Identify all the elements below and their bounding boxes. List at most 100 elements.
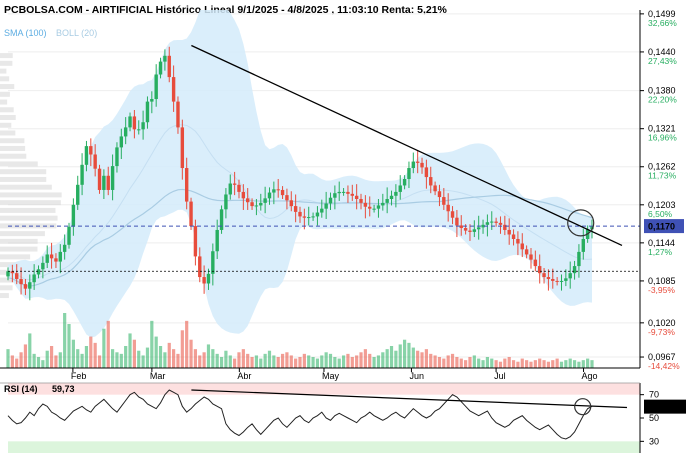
volume-bar [411, 347, 415, 368]
candle-body [145, 101, 150, 123]
volume-bar [237, 352, 241, 368]
volume-bar [49, 346, 54, 368]
candle-body [429, 177, 433, 186]
volume-bar [437, 357, 442, 368]
candle-body [36, 269, 41, 275]
sma-legend: SMA (100) [4, 28, 47, 38]
volume-bar [307, 355, 311, 368]
candle-body [298, 211, 302, 217]
volume-bar [555, 358, 559, 368]
volume-bar [481, 360, 485, 368]
volume-bar [259, 358, 263, 368]
volume-bar [106, 320, 110, 368]
volume-bar [141, 355, 145, 368]
candle-body [250, 202, 254, 207]
pct-tick-label: 11,73% [648, 171, 677, 181]
candle-body [407, 168, 411, 180]
candle-body [41, 262, 45, 270]
volume-bar [119, 353, 123, 368]
candle-body [254, 205, 259, 207]
volume-bar [346, 353, 350, 368]
candle-body [498, 222, 503, 225]
candle-body [206, 273, 211, 284]
volume-bar [516, 361, 520, 368]
volume-bar [520, 358, 524, 368]
candle-body [337, 191, 341, 194]
current-price-label: 0,1170 [648, 222, 675, 232]
candle-body [167, 55, 171, 78]
volume-bar [324, 352, 328, 368]
candle-body [45, 254, 49, 263]
candle-body [137, 129, 141, 131]
candle-body [494, 221, 498, 223]
candle-body [110, 166, 115, 190]
candle-body [32, 274, 36, 283]
volume-bar [581, 360, 585, 368]
volume-bar [263, 353, 267, 368]
volume-bar [128, 333, 132, 368]
volume-bar [376, 355, 381, 368]
chart-canvas: PCBOLSA.COM - AIRTIFICIAL Histórico Line… [0, 4, 686, 453]
rsi-value: 59,73 [52, 384, 75, 394]
volume-bar [394, 350, 398, 368]
volume-bar [490, 358, 494, 368]
candle-body [394, 191, 398, 196]
volume-bar [45, 350, 49, 368]
volume-bar [498, 361, 503, 368]
candle-body [485, 222, 490, 225]
volume-bar [41, 360, 45, 368]
volume-bar [272, 355, 276, 368]
boll-legend: BOLL (20) [56, 28, 97, 38]
volume-bar [93, 342, 97, 368]
candle-body [529, 254, 533, 260]
volume-bar [132, 339, 136, 368]
candle-body [267, 192, 272, 199]
candle-body [520, 243, 524, 250]
volume-bar [429, 353, 433, 368]
pct-tick-label: -14,42% [648, 361, 680, 371]
candle-body [415, 161, 420, 163]
volume-bar [71, 339, 75, 368]
candle-body [372, 208, 376, 210]
candle-body [307, 217, 311, 219]
rsi-line [7, 389, 593, 440]
candle-body [542, 273, 546, 278]
candle-body [289, 200, 293, 207]
candle-body [6, 271, 10, 277]
volume-bar [485, 357, 490, 368]
candle-body [402, 179, 407, 186]
candle-body [232, 183, 237, 185]
candle-body [259, 202, 263, 206]
pct-tick-label: -3,95% [648, 285, 675, 295]
volume-bar [311, 357, 315, 368]
volume-bar [198, 355, 202, 368]
candle-body [411, 161, 416, 169]
candle-body [62, 244, 67, 252]
volume-bar [542, 360, 546, 368]
candle-body [228, 183, 232, 195]
volume-bar [97, 355, 102, 368]
volume-bar [176, 353, 180, 368]
candle-body [171, 77, 176, 102]
volume-bar [572, 360, 577, 368]
rsi-oversold-band [8, 441, 640, 453]
volume-bar [302, 353, 306, 368]
volume-bar [320, 355, 324, 368]
volume-bar [568, 358, 572, 368]
volume-bar [420, 352, 424, 368]
volume-bar [80, 353, 84, 368]
pct-tick-label: -9,73% [648, 327, 675, 337]
candle-body [158, 61, 163, 75]
volume-bar [276, 357, 280, 368]
volume-bar [533, 360, 537, 368]
volume-bar [442, 358, 446, 368]
candle-body [572, 266, 577, 274]
candle-body [328, 197, 333, 204]
volume-bar [341, 355, 346, 368]
candle-body [320, 208, 324, 213]
candle-body [381, 202, 385, 206]
candle-body [263, 198, 267, 203]
candle-body [516, 238, 520, 244]
candle-body [115, 147, 119, 167]
pct-tick-label: 6,50% [648, 209, 673, 219]
